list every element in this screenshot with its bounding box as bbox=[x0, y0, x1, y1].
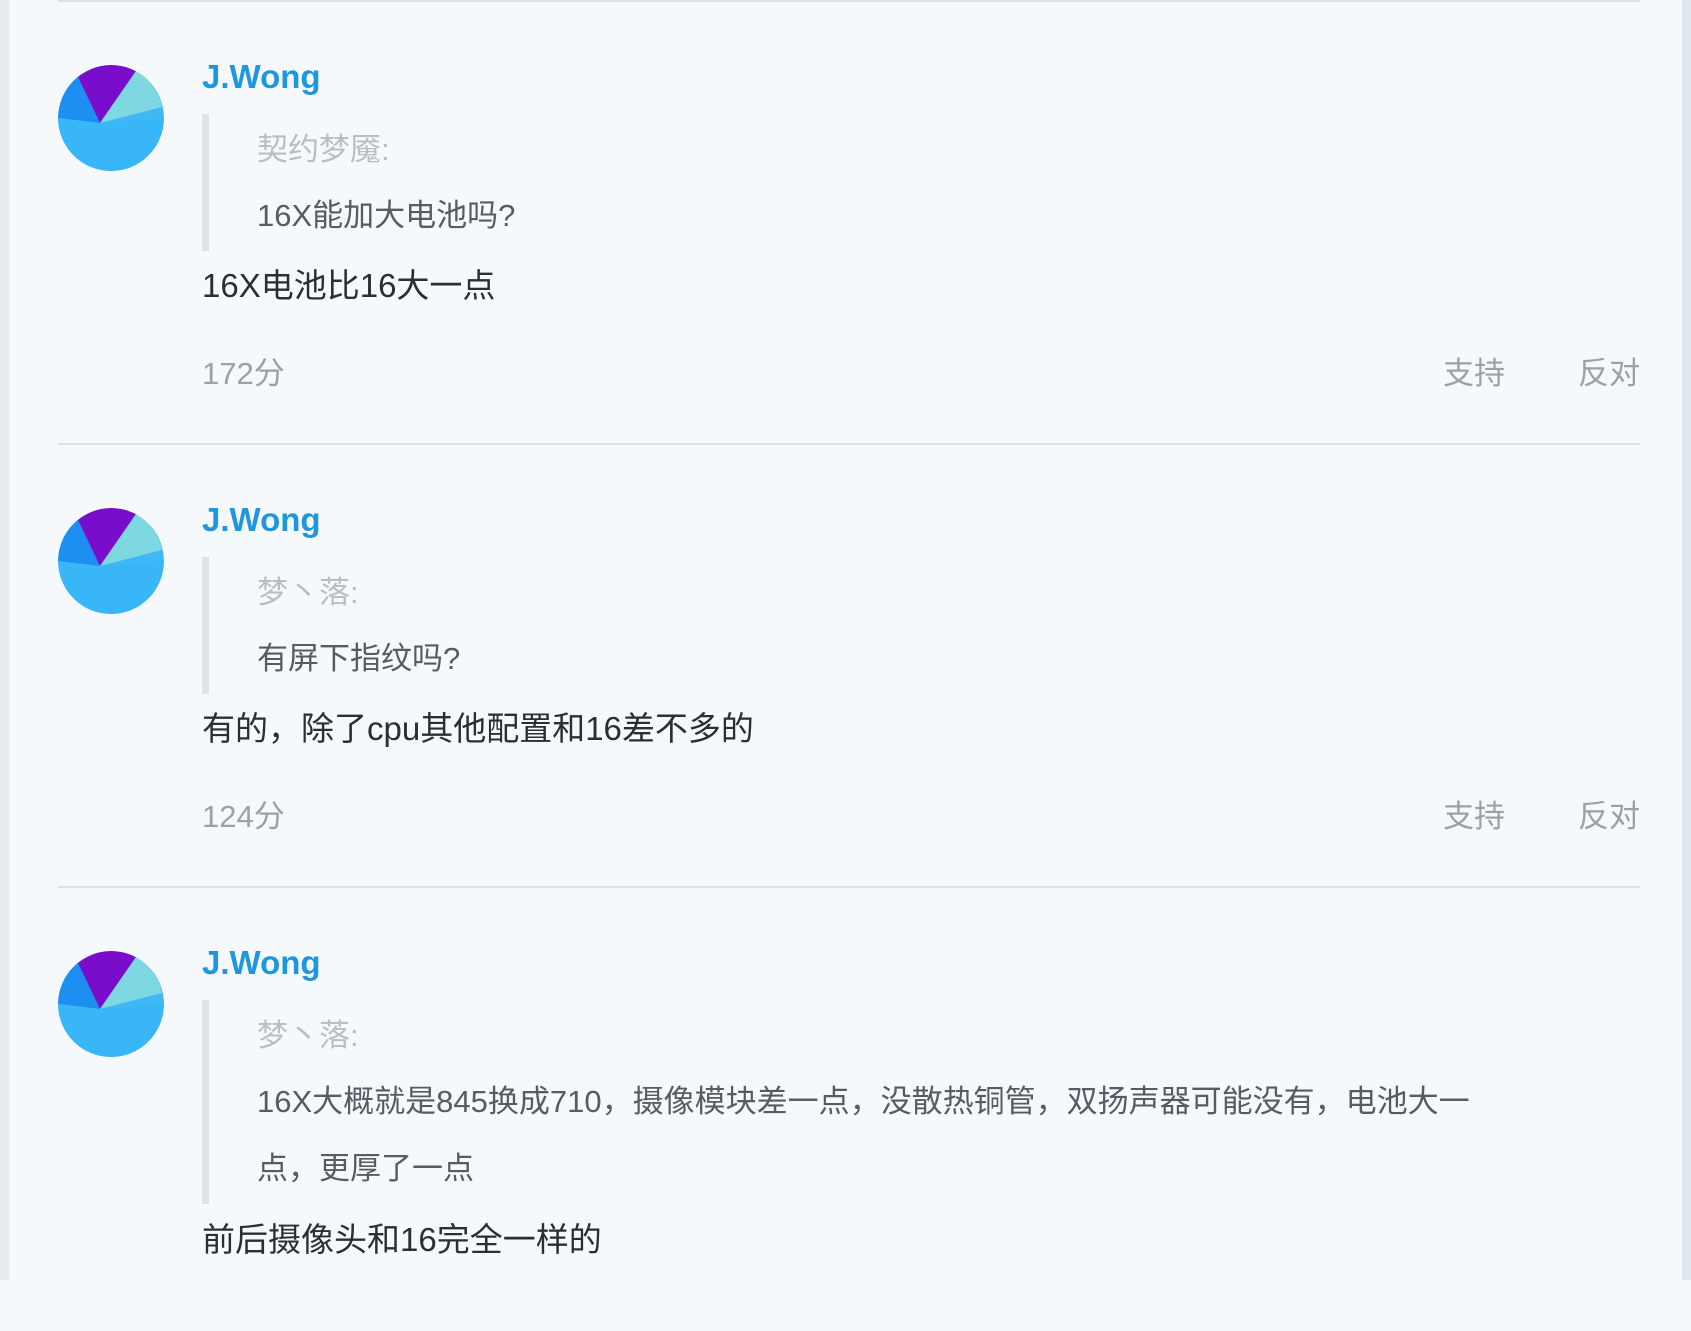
gradient-pie-avatar-icon bbox=[58, 65, 164, 171]
reply-text: 16X电池比16大一点 bbox=[202, 267, 496, 304]
quoted-comment: 梦丶落: 有屏下指纹吗? bbox=[202, 557, 1677, 694]
oppose-button[interactable]: 反对 bbox=[1578, 795, 1640, 839]
username-link[interactable]: J.Wong bbox=[202, 498, 321, 542]
page-right-edge bbox=[1682, 0, 1691, 1280]
quoted-comment: 契约梦魇: 16X能加大电池吗? bbox=[202, 114, 1677, 251]
avatar[interactable] bbox=[58, 65, 164, 171]
quote-text: 16X能加大电池吗? bbox=[257, 182, 1677, 251]
username-link[interactable]: J.Wong bbox=[202, 941, 321, 985]
avatar[interactable] bbox=[58, 951, 164, 1057]
quote-line: 有屏下指纹吗? bbox=[257, 641, 461, 676]
quote-author: 梦丶落: bbox=[257, 1018, 359, 1053]
oppose-button[interactable]: 反对 bbox=[1578, 352, 1640, 396]
quoted-comment: 梦丶落: 16X大概就是845换成710，摄像模块差一点，没散热铜管，双扬声器可… bbox=[202, 1000, 1677, 1204]
quote-author: 契约梦魇: bbox=[257, 132, 390, 167]
quote-line: 16X能加大电池吗? bbox=[257, 198, 516, 233]
quote-text: 16X大概就是845换成710，摄像模块差一点，没散热铜管，双扬声器可能没有，电… bbox=[257, 1068, 1677, 1204]
score-label: 172分 bbox=[202, 356, 285, 391]
avatar[interactable] bbox=[58, 508, 164, 614]
username-link[interactable]: J.Wong bbox=[202, 55, 321, 99]
quote-text: 有屏下指纹吗? bbox=[257, 625, 1677, 694]
page-left-edge bbox=[0, 0, 9, 1280]
comment-item: J.Wong 梦丶落: 16X大概就是845换成710，摄像模块差一点，没散热铜… bbox=[58, 888, 1640, 1331]
quote-author: 梦丶落: bbox=[257, 575, 359, 610]
comment-item: J.Wong 契约梦魇: 16X能加大电池吗? 16X电池比16大一点 172分… bbox=[58, 2, 1640, 445]
support-button[interactable]: 支持 bbox=[1443, 795, 1505, 839]
score-label: 124分 bbox=[202, 799, 285, 834]
support-button[interactable]: 支持 bbox=[1443, 352, 1505, 396]
quote-line: 点，更厚了一点 bbox=[257, 1151, 474, 1186]
reply-text: 有的，除了cpu其他配置和16差不多的 bbox=[202, 710, 754, 747]
comment-item: J.Wong 梦丶落: 有屏下指纹吗? 有的，除了cpu其他配置和16差不多的 … bbox=[58, 445, 1640, 888]
gradient-pie-avatar-icon bbox=[58, 951, 164, 1057]
reply-text: 前后摄像头和16完全一样的 bbox=[202, 1221, 602, 1258]
quote-line: 16X大概就是845换成710，摄像模块差一点，没散热铜管，双扬声器可能没有，电… bbox=[257, 1084, 1470, 1119]
gradient-pie-avatar-icon bbox=[58, 508, 164, 614]
